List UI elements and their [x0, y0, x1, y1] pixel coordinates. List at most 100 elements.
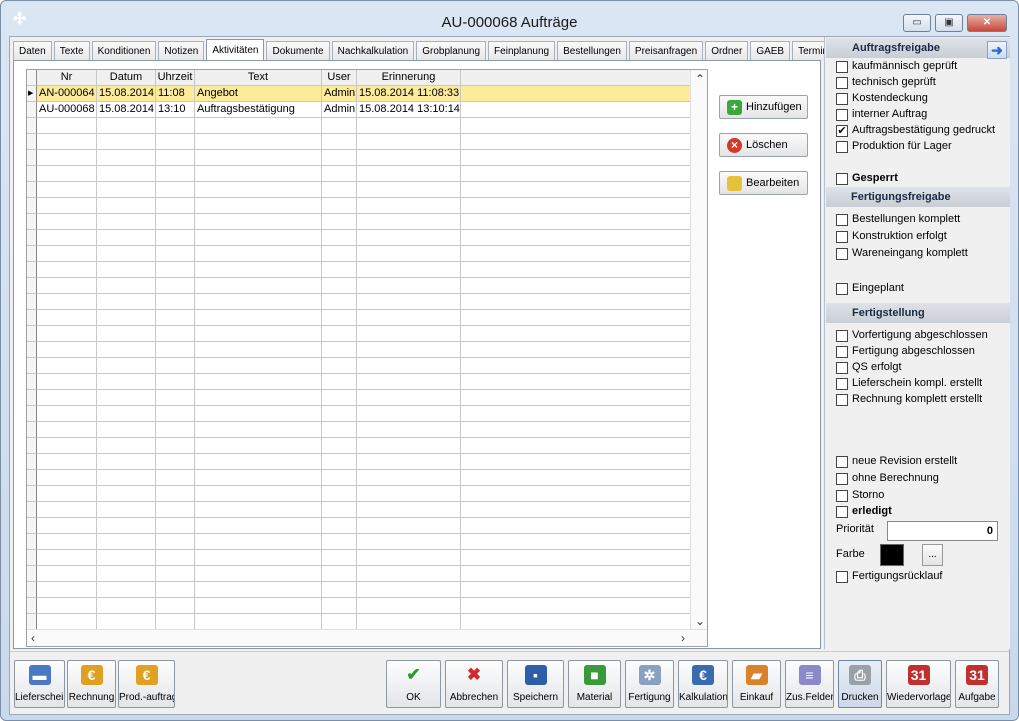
- empty-row[interactable]: [27, 310, 691, 326]
- empty-row[interactable]: [27, 262, 691, 278]
- checkbox-lieferschein-kompl-erstellt[interactable]: Lieferschein kompl. erstellt: [836, 377, 982, 392]
- empty-row[interactable]: [27, 598, 691, 614]
- prod-auftrag-button[interactable]: € Prod.-auftrag: [118, 660, 175, 708]
- checkbox-wareneingang-komplett[interactable]: Wareneingang komplett: [836, 247, 968, 262]
- checkbox-storno[interactable]: Storno: [836, 489, 884, 504]
- empty-row[interactable]: [27, 246, 691, 262]
- abbrechen-button[interactable]: ✖ Abbrechen: [445, 660, 503, 708]
- color-picker-button[interactable]: ...: [922, 544, 943, 566]
- speichern-button[interactable]: ▪ Speichern: [507, 660, 564, 708]
- wiedervorlage-button[interactable]: 31 Wiedervorlage: [886, 660, 951, 708]
- empty-row[interactable]: [27, 134, 691, 150]
- rechnung-button[interactable]: € Rechnung: [67, 660, 116, 708]
- empty-row[interactable]: [27, 166, 691, 182]
- close-button[interactable]: ✕: [967, 14, 1007, 32]
- empty-row[interactable]: [27, 566, 691, 582]
- checkbox-interner-auftrag[interactable]: interner Auftrag: [836, 108, 927, 123]
- tab-texte[interactable]: Texte: [53, 41, 90, 61]
- edit-button[interactable]: Bearbeiten: [719, 171, 808, 195]
- eingeplant-checkbox[interactable]: Eingeplant: [836, 282, 904, 297]
- empty-row[interactable]: [27, 326, 691, 342]
- tab-daten[interactable]: Daten: [13, 41, 52, 61]
- empty-row[interactable]: [27, 614, 691, 630]
- priority-input[interactable]: 0: [887, 521, 998, 541]
- empty-row[interactable]: [27, 438, 691, 454]
- arrow-right-icon[interactable]: ➜: [987, 41, 1007, 59]
- drucken-button[interactable]: ⎙ Drucken: [838, 660, 882, 708]
- empty-row[interactable]: [27, 294, 691, 310]
- zus-felder-button[interactable]: ≡ Zus.Felder: [785, 660, 834, 708]
- empty-row[interactable]: [27, 182, 691, 198]
- fertigungsruecklauf-checkbox[interactable]: Fertigungsrücklauf: [836, 570, 943, 585]
- checkbox-qs-erfolgt[interactable]: QS erfolgt: [836, 361, 902, 376]
- activities-grid[interactable]: Nr Datum Uhrzeit Text User Erinnerung ▶ AN-0000…: [26, 69, 708, 647]
- empty-row[interactable]: [27, 550, 691, 566]
- empty-row[interactable]: [27, 470, 691, 486]
- minimize-button[interactable]: ▭: [903, 14, 931, 32]
- empty-row[interactable]: [27, 198, 691, 214]
- tab-ordner[interactable]: Ordner: [705, 41, 749, 61]
- empty-row[interactable]: [27, 118, 691, 134]
- kalkulation-button[interactable]: € Kalkulation: [678, 660, 728, 708]
- table-row[interactable]: ▶ AN-000064 15.08.2014 11:08 Angebot Admin 15.…: [27, 86, 691, 102]
- maximize-button[interactable]: ▣: [935, 14, 963, 32]
- ok-button[interactable]: ✔ OK: [386, 660, 441, 708]
- checkbox-fertigung-abgeschlossen[interactable]: Fertigung abgeschlossen: [836, 345, 975, 360]
- add-button[interactable]: + Hinzufügen: [719, 95, 808, 119]
- checkbox-ohne-berechnung[interactable]: ohne Berechnung: [836, 472, 939, 487]
- empty-row[interactable]: [27, 214, 691, 230]
- empty-row[interactable]: [27, 454, 691, 470]
- checkbox-bestellungen-komplett[interactable]: Bestellungen komplett: [836, 213, 960, 228]
- scroll-down-icon[interactable]: ⌄: [695, 614, 705, 628]
- erledigt-checkbox[interactable]: erledigt: [836, 505, 892, 520]
- empty-row[interactable]: [27, 582, 691, 598]
- grid-header[interactable]: Nr Datum Uhrzeit Text User Erinnerung: [27, 70, 691, 86]
- tab-konditionen[interactable]: Konditionen: [91, 41, 157, 61]
- empty-row[interactable]: [27, 518, 691, 534]
- empty-row[interactable]: [27, 534, 691, 550]
- einkauf-button[interactable]: ▰ Einkauf: [732, 660, 781, 708]
- material-button[interactable]: ■ Material: [568, 660, 621, 708]
- scroll-left-icon[interactable]: ‹: [31, 631, 35, 645]
- empty-row[interactable]: [27, 358, 691, 374]
- empty-row[interactable]: [27, 342, 691, 358]
- checkbox-konstruktion-erfolgt[interactable]: Konstruktion erfolgt: [836, 230, 947, 245]
- delete-button[interactable]: × Löschen: [719, 133, 808, 157]
- empty-row[interactable]: [27, 374, 691, 390]
- tab-nachkalkulation[interactable]: Nachkalkulation: [331, 41, 415, 61]
- empty-row[interactable]: [27, 150, 691, 166]
- empty-row[interactable]: [27, 390, 691, 406]
- vertical-scrollbar[interactable]: ⌃ ⌄: [690, 70, 707, 630]
- checkbox-auftragsbest-tigung-gedruckt[interactable]: ✔ Auftragsbestätigung gedruckt: [836, 124, 995, 139]
- empty-row[interactable]: [27, 406, 691, 422]
- aufgabe-button[interactable]: 31 Aufgabe: [955, 660, 999, 708]
- tab-aktivit-ten[interactable]: Aktivitäten: [206, 39, 265, 62]
- empty-row[interactable]: [27, 278, 691, 294]
- tab-grobplanung[interactable]: Grobplanung: [416, 41, 487, 61]
- title-bar[interactable]: ✣ AU-000068 Aufträge ▭ ▣ ✕: [1, 1, 1018, 37]
- tab-feinplanung[interactable]: Feinplanung: [488, 41, 556, 61]
- gesperrt-checkbox[interactable]: Gesperrt: [836, 172, 898, 187]
- empty-row[interactable]: [27, 230, 691, 246]
- horizontal-scrollbar[interactable]: ‹ ›: [27, 629, 707, 646]
- checkbox-produktion-f-r-lager[interactable]: Produktion für Lager: [836, 140, 952, 155]
- lieferschein-button[interactable]: ▬ Lieferschein: [14, 660, 65, 708]
- table-row[interactable]: AU-000068 15.08.2014 13:10 Auftragsbestätig…: [27, 102, 691, 118]
- tab-bestellungen[interactable]: Bestellungen: [557, 41, 627, 61]
- scroll-right-icon[interactable]: ›: [681, 631, 685, 645]
- scroll-up-icon[interactable]: ⌃: [695, 72, 705, 86]
- checkbox-kostendeckung[interactable]: Kostendeckung: [836, 92, 928, 107]
- tab-notizen[interactable]: Notizen: [158, 41, 205, 61]
- checkbox-technisch-gepr-ft[interactable]: technisch geprüft: [836, 76, 936, 91]
- tab-preisanfragen[interactable]: Preisanfragen: [628, 41, 704, 61]
- tab-gaeb[interactable]: GAEB: [750, 41, 791, 61]
- checkbox-vorfertigung-abgeschlossen[interactable]: Vorfertigung abgeschlossen: [836, 329, 988, 344]
- checkbox-rechnung-komplett-erstellt[interactable]: Rechnung komplett erstellt: [836, 393, 982, 408]
- empty-row[interactable]: [27, 486, 691, 502]
- empty-row[interactable]: [27, 422, 691, 438]
- tab-dokumente[interactable]: Dokumente: [266, 41, 330, 61]
- color-swatch[interactable]: [880, 544, 904, 566]
- empty-row[interactable]: [27, 502, 691, 518]
- checkbox-neue-revision-erstellt[interactable]: neue Revision erstellt: [836, 455, 957, 470]
- checkbox-kaufm-nnisch-gepr-ft[interactable]: kaufmännisch geprüft: [836, 60, 957, 75]
